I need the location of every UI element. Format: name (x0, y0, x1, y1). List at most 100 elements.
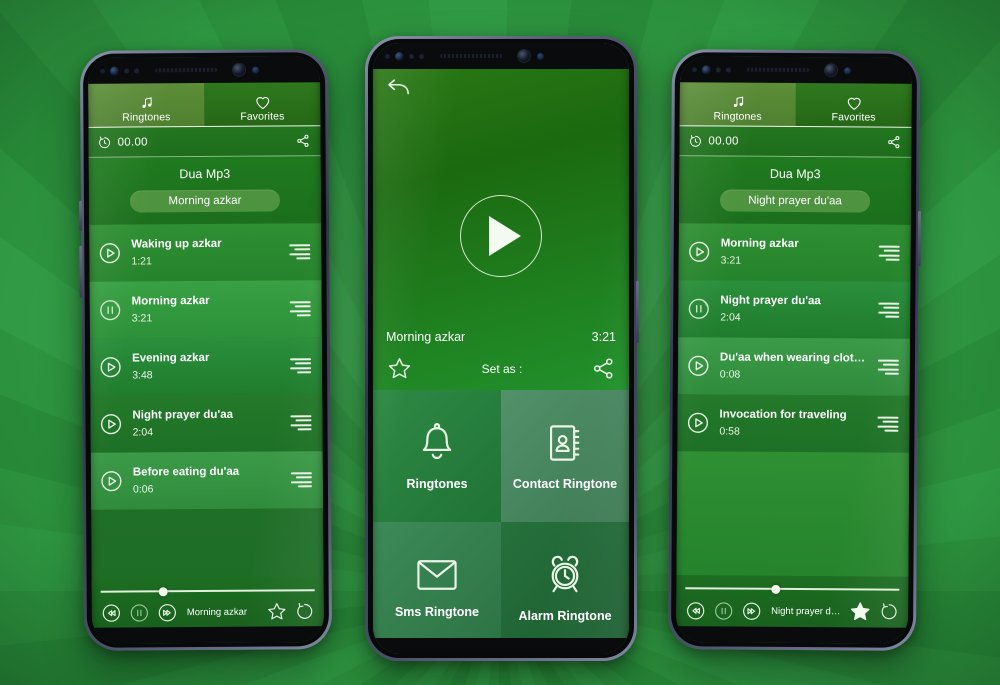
track-menu-icon[interactable] (877, 359, 901, 375)
play-circle-icon[interactable] (686, 353, 711, 378)
track-name: Morning azkar (720, 237, 799, 251)
table-row[interactable]: Evening azkar 3:48 (89, 337, 323, 396)
track-menu-icon[interactable] (877, 416, 900, 432)
sleep-timer-button[interactable]: 00.00 (688, 134, 739, 148)
rewind-button[interactable] (101, 602, 122, 623)
phone-bottom-bezel-center (373, 638, 629, 654)
track-list-left[interactable]: Waking up azkar 1:21 Morning azkar 3:21 (89, 223, 324, 579)
track-menu-icon[interactable] (289, 244, 312, 260)
star-outline-icon (388, 358, 411, 379)
pause-icon (130, 603, 148, 622)
track-duration: 2:04 (720, 311, 741, 324)
tab-ringtones[interactable]: Ringtones (679, 78, 796, 128)
play-circle-icon[interactable] (98, 412, 123, 437)
app-title: Dua Mp3 (769, 166, 821, 182)
phone-top-bezel-right (679, 56, 913, 84)
tab-bar-right: Ringtones Favorites (679, 78, 912, 128)
back-button[interactable] (386, 77, 410, 99)
sleep-timer-button[interactable] (879, 602, 899, 622)
pause-button[interactable] (713, 600, 734, 621)
seek-bar[interactable] (100, 583, 315, 598)
track-name: Invocation for traveling (719, 408, 847, 422)
hero-left: Dua Mp3 Morning azkar (88, 156, 322, 225)
table-row[interactable]: Morning azkar 3:21 (89, 280, 322, 339)
tile-label: Alarm Ringtone (518, 608, 612, 623)
share-button[interactable] (886, 135, 901, 150)
detail-track-name: Morning azkar (386, 330, 466, 344)
seek-knob[interactable] (770, 584, 780, 594)
sensor-icon (537, 52, 544, 60)
tile-alarm-ringtone[interactable]: Alarm Ringtone (501, 522, 629, 654)
detail-track-info: Morning azkar 3:21 (373, 330, 629, 344)
track-menu-icon[interactable] (878, 245, 902, 261)
share-button[interactable] (591, 356, 616, 381)
seek-track (685, 587, 900, 591)
table-row[interactable]: Night prayer du'aa 2:04 (678, 280, 911, 339)
pause-circle-icon[interactable] (98, 298, 123, 323)
track-duration: 2:04 (132, 426, 154, 439)
tab-favorites[interactable]: Favorites (795, 79, 912, 128)
table-row[interactable]: Night prayer du'aa 2:04 (90, 394, 323, 453)
earpiece-speaker (746, 67, 809, 73)
track-list-right[interactable]: Morning azkar 3:21 Night prayer du'aa 2:… (676, 223, 911, 577)
pause-button[interactable] (129, 602, 150, 623)
now-playing-label: Morning azkar (186, 606, 248, 618)
hero-right: Dua Mp3 Night prayer du'aa (678, 156, 912, 225)
tile-sms-ringtone[interactable]: Sms Ringtone (373, 522, 501, 654)
table-row[interactable]: Du'aa when wearing clothes 0:08 (677, 337, 911, 396)
play-circle-icon[interactable] (99, 469, 124, 494)
play-circle-icon[interactable] (687, 239, 712, 264)
countdown-timer-icon (99, 136, 110, 148)
table-row[interactable]: Waking up azkar 1:21 (89, 223, 322, 282)
front-camera-icon (518, 50, 530, 62)
sleep-timer-button[interactable]: 00.00 (97, 135, 148, 149)
rewind-button[interactable] (685, 600, 706, 621)
track-menu-icon[interactable] (290, 415, 313, 431)
tile-contact-ringtone[interactable]: Contact Ringtone (501, 390, 629, 522)
star-filled-icon (850, 602, 870, 621)
selected-track-chip[interactable]: Morning azkar (129, 189, 281, 213)
selected-track-chip[interactable]: Night prayer du'aa (719, 189, 871, 213)
track-duration: 1:21 (131, 255, 152, 268)
track-name: Du'aa when wearing clothes (719, 351, 869, 365)
track-menu-icon[interactable] (878, 302, 901, 318)
play-button-large[interactable] (460, 195, 542, 277)
play-circle-icon[interactable] (98, 355, 123, 380)
track-menu-icon[interactable] (290, 358, 313, 374)
share-button[interactable] (295, 133, 310, 148)
table-row[interactable]: Before eating du'aa 0:06 (90, 451, 324, 510)
track-duration: 0:08 (719, 368, 741, 381)
favorite-button[interactable] (386, 355, 413, 382)
phone-left: Ringtones Favorites 00.00 Dua Mp3 Mornin… (78, 49, 333, 651)
play-circle-icon[interactable] (685, 410, 710, 435)
track-menu-icon[interactable] (289, 301, 313, 317)
phone-right: Ringtones Favorites 00.00 Dua Mp3 Night … (667, 49, 921, 651)
tile-label: Ringtones (406, 476, 468, 491)
tab-favorites[interactable]: Favorites (204, 78, 321, 128)
track-duration: 3:48 (132, 369, 153, 382)
seek-knob[interactable] (158, 586, 168, 596)
track-duration: 3:21 (720, 254, 742, 267)
tab-ringtones-label: Ringtones (122, 111, 171, 124)
forward-button[interactable] (741, 600, 762, 621)
timer-value: 00.00 (708, 134, 739, 148)
earpiece-speaker (155, 67, 218, 73)
tile-ringtones[interactable]: Ringtones (373, 390, 501, 522)
seek-bar[interactable] (685, 581, 900, 596)
table-row[interactable] (676, 451, 910, 577)
pause-circle-icon[interactable] (686, 296, 711, 321)
track-menu-icon[interactable] (290, 472, 314, 488)
track-name: Evening azkar (132, 351, 210, 365)
favorite-button[interactable] (266, 600, 288, 622)
play-circle-icon[interactable] (97, 241, 122, 266)
share-icon (593, 358, 613, 379)
phone-center: Morning azkar 3:21 Set as : Ringtones Co… (365, 36, 639, 661)
sleep-timer-button[interactable] (295, 601, 315, 621)
phone-top-bezel-center (373, 43, 629, 69)
favorite-button[interactable] (848, 599, 872, 623)
pause-icon (715, 601, 733, 620)
forward-button[interactable] (157, 602, 178, 623)
tab-ringtones[interactable]: Ringtones (88, 79, 205, 128)
table-row[interactable]: Morning azkar 3:21 (678, 223, 911, 282)
table-row[interactable]: Invocation for traveling 0:58 (677, 394, 910, 453)
